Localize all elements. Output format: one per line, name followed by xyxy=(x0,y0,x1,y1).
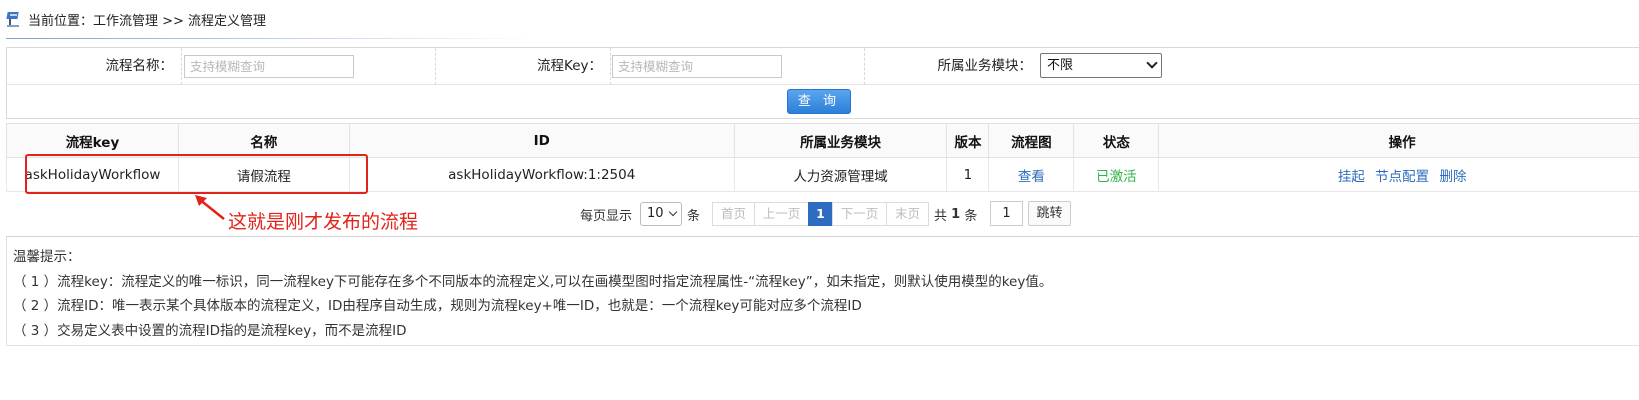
tip-line: （ 2 ）流程ID：唯一表示某个具体版本的流程定义，ID由程序自动生成，规则为流… xyxy=(13,298,862,314)
column-header-diagram: 流程图 xyxy=(988,123,1075,158)
process-key-label: 流程Key： xyxy=(537,58,602,74)
tips-panel: 温馨提示： （ 1 ）流程key：流程定义的唯一标识，同一流程key下可能存在多… xyxy=(6,236,1639,346)
breadcrumb-text: 当前位置：工作流管理 >> 流程定义管理 xyxy=(28,13,267,29)
node-config-link[interactable]: 节点配置 xyxy=(1375,169,1429,185)
tip-line: （ 1 ）流程key：流程定义的唯一标识，同一流程key下可能存在多个不同版本的… xyxy=(13,273,1053,290)
column-header-actions: 操作 xyxy=(1158,123,1639,158)
module-select-value: 不限 xyxy=(1047,58,1074,73)
total-count: 共 1 条 xyxy=(934,201,977,227)
process-name-label: 流程名称： xyxy=(105,58,174,74)
breadcrumb-divider xyxy=(6,38,536,39)
chevron-down-icon xyxy=(1146,57,1158,69)
search-row: 流程名称： 流程Key： 所属业务模块： 不限 xyxy=(7,48,1639,85)
goto-page-input[interactable]: 1 xyxy=(990,201,1023,226)
column-header-module: 所属业务模块 xyxy=(733,123,948,158)
per-page-value: 10 xyxy=(647,206,664,221)
divider xyxy=(181,48,182,85)
annotation-text: 这就是刚才发布的流程 xyxy=(228,211,419,233)
next-page-button[interactable]: 下一页 xyxy=(832,202,887,226)
suspend-link[interactable]: 挂起 xyxy=(1338,169,1365,185)
cell-status: 已激活 xyxy=(1073,157,1160,192)
module-select[interactable]: 不限 xyxy=(1040,53,1162,78)
annotation-highlight-box xyxy=(25,154,368,194)
cell-id: askHolidayWorkflow:1:2504 xyxy=(348,157,735,192)
per-page-label: 每页显示 xyxy=(580,208,633,224)
current-page-button[interactable]: 1 xyxy=(808,202,833,226)
divider xyxy=(610,48,611,85)
table-header-row: 流程key 名称 ID 所属业务模块 版本 流程图 状态 操作 xyxy=(6,123,1639,158)
cell-actions: 挂起 节点配置 删除 xyxy=(1158,157,1639,192)
status-badge: 已激活 xyxy=(1096,168,1137,185)
prev-page-button[interactable]: 上一页 xyxy=(754,202,809,226)
per-page-unit: 条 xyxy=(687,208,701,224)
process-name-input[interactable] xyxy=(184,55,354,78)
total-suffix: 条 xyxy=(964,208,978,224)
view-diagram-link[interactable]: 查看 xyxy=(1018,169,1045,185)
tip-line: （ 3 ）交易定义表中设置的流程ID指的是流程key，而不是流程ID xyxy=(13,322,407,339)
total-value: 1 xyxy=(951,206,961,222)
goto-button[interactable]: 跳转 xyxy=(1028,201,1071,226)
column-header-status: 状态 xyxy=(1073,123,1160,158)
chevron-down-icon xyxy=(668,207,678,217)
first-page-button[interactable]: 首页 xyxy=(712,202,755,226)
column-header-id: ID xyxy=(348,123,735,158)
breadcrumb-location-icon xyxy=(6,12,19,27)
query-button[interactable]: 查 询 xyxy=(787,89,851,114)
last-page-button[interactable]: 末页 xyxy=(886,202,929,226)
cell-module: 人力资源管理域 xyxy=(733,157,948,192)
cell-diagram: 查看 xyxy=(988,157,1075,192)
cell-version: 1 xyxy=(946,157,990,192)
annotation-arrow-icon xyxy=(195,195,225,220)
breadcrumb: 当前位置：工作流管理 >> 流程定义管理 xyxy=(6,8,266,30)
total-prefix: 共 xyxy=(934,208,948,224)
module-label: 所属业务模块： xyxy=(937,58,1033,74)
column-header-key: 流程key xyxy=(6,123,179,158)
delete-link[interactable]: 删除 xyxy=(1439,169,1466,185)
column-header-version: 版本 xyxy=(946,123,990,158)
per-page-select[interactable]: 10 xyxy=(640,202,682,226)
tips-title: 温馨提示： xyxy=(13,249,81,265)
column-header-name: 名称 xyxy=(177,123,350,158)
search-panel: 流程名称： 流程Key： 所属业务模块： 不限 查 询 xyxy=(6,47,1639,119)
process-key-input[interactable] xyxy=(612,55,782,78)
